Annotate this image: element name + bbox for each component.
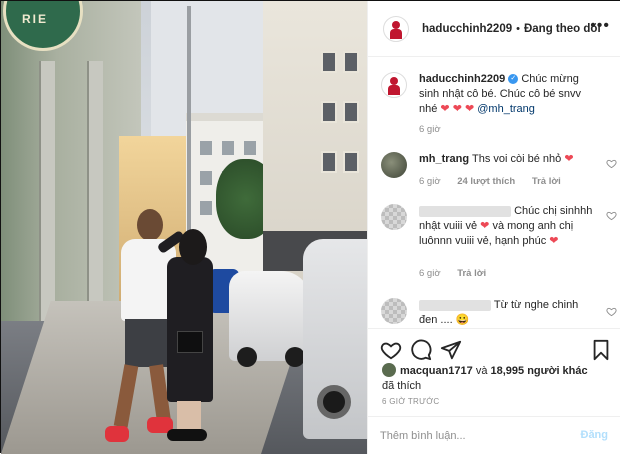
window — [200, 201, 212, 215]
heart-emoji: ❤ — [480, 220, 490, 232]
comment-time[interactable]: 6 giờ — [419, 268, 441, 279]
reply-button[interactable]: Trả lời — [457, 268, 486, 279]
caption-username[interactable]: haducchinh2209 — [419, 73, 505, 85]
woman-legs — [177, 401, 201, 429]
comment-input[interactable] — [380, 426, 560, 446]
separator-dot: • — [516, 22, 520, 35]
likes-connector: và — [475, 365, 488, 377]
heart-emoji: ❤ — [464, 103, 475, 115]
comment-text: Chúc chị sinhhh nhật vuiii vẻ ❤ và mong … — [419, 204, 599, 249]
avatar[interactable] — [383, 15, 409, 42]
wheel — [285, 347, 305, 367]
window — [200, 171, 212, 185]
post-timestamp[interactable]: 6 GIỜ TRƯỚC — [382, 397, 440, 406]
comment-text: mh_trang Ths voi còi bé nhỏ ❤ — [419, 152, 599, 167]
window — [321, 51, 337, 73]
shop-sign-text: RIE — [22, 12, 49, 26]
bookmark-icon[interactable] — [590, 339, 612, 361]
heart-icon[interactable] — [606, 306, 617, 317]
window — [200, 141, 212, 155]
woman-handbag — [177, 331, 203, 353]
comment-meta: 6 giờ 24 lượt thích Trả lời — [419, 176, 575, 187]
caption-time[interactable]: 6 giờ — [419, 124, 441, 135]
heart-emoji: ❤ — [440, 103, 450, 115]
reply-button[interactable]: Trả lời — [532, 176, 561, 187]
avatar[interactable] — [381, 72, 407, 98]
comment-message: Ths voi còi bé nhỏ — [471, 153, 562, 165]
hidden-username — [419, 205, 511, 217]
white-car — [229, 271, 311, 367]
more-icon[interactable]: ••• — [590, 18, 610, 34]
wheel — [237, 347, 257, 367]
heart-icon[interactable] — [606, 158, 617, 169]
comments-list[interactable]: haducchinh2209 ✓ Chúc mừng sinh nhật cô … — [368, 58, 620, 328]
add-comment-bar: Đăng — [368, 416, 620, 454]
likes-summary: macquan1717 và 18,995 người khác đã thíc… — [382, 363, 618, 394]
comment: mh_trang Ths voi còi bé nhỏ ❤ 6 giờ 24 l… — [381, 152, 617, 198]
post-photo[interactable]: RIE — [1, 1, 367, 454]
wheel — [317, 385, 351, 419]
heart-icon[interactable] — [380, 339, 402, 361]
white-suv — [303, 239, 367, 439]
comment-meta: 6 giờ Trả lời — [419, 268, 500, 279]
window — [222, 141, 234, 155]
caption-text: haducchinh2209 ✓ Chúc mừng sinh nhật cô … — [419, 72, 599, 117]
mention-link[interactable]: @mh_trang — [477, 103, 535, 115]
instagram-post: RIE haducchinh2209 • Đang theo dõi ••• h… — [0, 0, 620, 454]
avatar[interactable] — [382, 363, 396, 377]
avatar[interactable] — [381, 298, 407, 324]
caption: haducchinh2209 ✓ Chúc mừng sinh nhật cô … — [381, 72, 617, 142]
header-username[interactable]: haducchinh2209 — [422, 23, 512, 35]
share-icon[interactable] — [440, 339, 462, 361]
post-header: haducchinh2209 • Đang theo dõi ••• — [368, 1, 620, 57]
comment-text: Từ từ nghe chinh đen .... 😀 — [419, 298, 599, 328]
post-sidebar: haducchinh2209 • Đang theo dõi ••• haduc… — [367, 1, 620, 454]
heart-emoji: ❤ — [564, 153, 574, 165]
man-head — [137, 209, 163, 241]
heart-emoji: ❤ — [452, 103, 462, 115]
window — [343, 151, 359, 173]
heart-emoji: ❤ — [549, 235, 559, 247]
post-comment-button[interactable]: Đăng — [581, 429, 609, 441]
shop-sign: RIE — [3, 1, 83, 51]
avatar[interactable] — [381, 204, 407, 230]
likes-suffix: đã thích — [382, 380, 422, 392]
woman-dress — [167, 257, 213, 402]
red-sneaker — [105, 426, 129, 442]
comment-icon[interactable] — [410, 339, 432, 361]
street-lamp-pole — [187, 6, 191, 256]
comment-username[interactable]: mh_trang — [419, 153, 469, 165]
man-shorts — [125, 319, 173, 367]
action-bar — [368, 328, 620, 368]
grin-emoji: 😀 — [455, 314, 470, 326]
likes-count[interactable]: 18,995 người khác — [491, 365, 588, 377]
comment-likes[interactable]: 24 lượt thích — [457, 176, 515, 187]
comment: Từ từ nghe chinh đen .... 😀 — [381, 298, 617, 328]
woman-head — [179, 229, 207, 265]
window — [343, 51, 359, 73]
avatar[interactable] — [381, 152, 407, 178]
verified-icon: ✓ — [508, 74, 519, 85]
comment: Chúc chị sinhhh nhật vuiii vẻ ❤ và mong … — [381, 204, 617, 284]
window — [321, 101, 337, 123]
heart-icon[interactable] — [606, 210, 617, 221]
hidden-username — [419, 299, 491, 311]
likes-username[interactable]: macquan1717 — [400, 365, 473, 377]
woman-shoes — [167, 429, 207, 441]
window — [244, 141, 256, 155]
window — [343, 101, 359, 123]
caption-meta: 6 giờ — [419, 124, 455, 135]
comment-time[interactable]: 6 giờ — [419, 176, 441, 187]
following-button[interactable]: Đang theo dõi — [524, 23, 601, 35]
window — [321, 151, 337, 173]
